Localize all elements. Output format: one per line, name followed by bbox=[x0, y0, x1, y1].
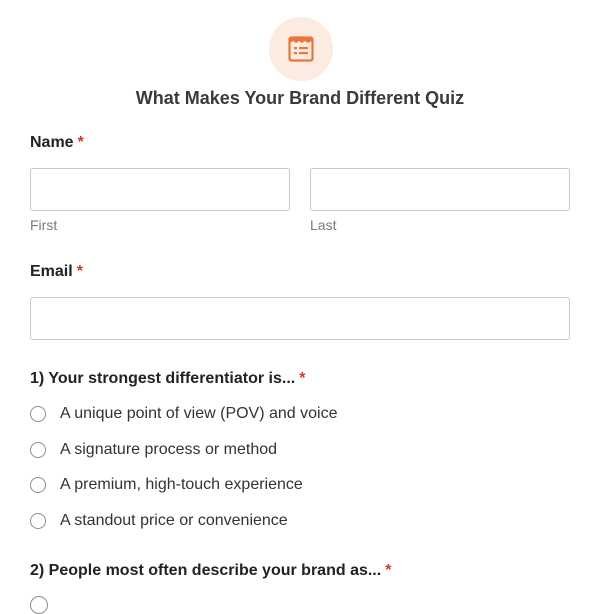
question1-label-text: 1) Your strongest differentiator is... bbox=[30, 370, 296, 387]
form-title: What Makes Your Brand Different Quiz bbox=[135, 88, 465, 108]
first-name-input[interactable] bbox=[30, 168, 290, 211]
email-label: Email * bbox=[30, 263, 83, 281]
choice-option[interactable]: A signature process or method bbox=[30, 438, 338, 462]
last-name-input[interactable] bbox=[310, 168, 570, 211]
choice-label: A premium, high-touch experience bbox=[60, 476, 303, 494]
radio-button[interactable] bbox=[30, 513, 46, 530]
form-header-icon bbox=[269, 17, 333, 81]
name-label: Name * bbox=[30, 134, 84, 152]
quiz-form-icon bbox=[288, 36, 314, 62]
required-mark: * bbox=[299, 370, 306, 387]
first-name-sublabel: First bbox=[30, 217, 58, 233]
email-label-text: Email bbox=[30, 263, 73, 280]
choice-option[interactable]: A premium, high-touch experience bbox=[30, 473, 338, 497]
choice-label: A signature process or method bbox=[60, 440, 278, 458]
last-name-sublabel: Last bbox=[310, 217, 337, 233]
choice-option[interactable]: A unique point of view (POV) and voice bbox=[30, 402, 338, 426]
radio-button[interactable] bbox=[30, 441, 46, 458]
choice-label: A unique point of view (POV) and voice bbox=[60, 405, 338, 422]
question1-choices: A unique point of view (POV) and voice A… bbox=[30, 402, 338, 545]
name-label-text: Name bbox=[30, 134, 74, 151]
required-mark: * bbox=[385, 562, 392, 579]
radio-button[interactable] bbox=[30, 596, 48, 614]
question2-label-text: 2) People most often describe your brand… bbox=[30, 562, 382, 579]
required-mark: * bbox=[77, 134, 84, 151]
choice-label: A standout price or convenience bbox=[60, 512, 288, 530]
email-input[interactable] bbox=[30, 297, 570, 340]
choice-option[interactable]: A standout price or convenience bbox=[30, 509, 338, 533]
question2-label: 2) People most often describe your brand… bbox=[30, 562, 391, 580]
question1-label: 1) Your strongest differentiator is... * bbox=[30, 370, 305, 388]
radio-button[interactable] bbox=[30, 477, 46, 494]
radio-button[interactable] bbox=[30, 406, 46, 422]
required-mark: * bbox=[76, 263, 83, 280]
